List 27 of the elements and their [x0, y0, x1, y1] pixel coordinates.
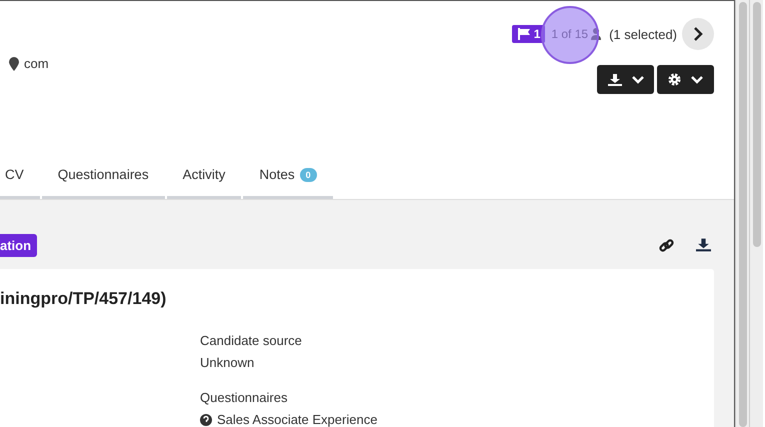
flag-badge[interactable]: 1 — [512, 25, 546, 43]
flag-icon — [516, 28, 531, 40]
count-badge: 0 — [300, 168, 317, 182]
download-icon[interactable] — [696, 238, 711, 252]
link-icon[interactable] — [659, 238, 674, 253]
scrollbar[interactable] — [749, 0, 763, 427]
location-text: com — [24, 56, 49, 71]
caret-icon — [632, 76, 644, 84]
field-label: Candidate source — [200, 333, 303, 348]
questionnaire-link[interactable]: Sales Associate Experience — [217, 412, 378, 427]
download-menu-button[interactable] — [597, 65, 654, 94]
settings-menu-button[interactable] — [657, 65, 714, 94]
field-value: Unknown — [200, 355, 254, 370]
status-tag: ation — [0, 234, 38, 257]
selection-count: (1 selected) — [609, 26, 678, 42]
chevron-right-icon — [693, 27, 703, 41]
download-icon — [608, 74, 622, 86]
caret-icon — [691, 76, 703, 84]
person-icon — [591, 28, 602, 40]
location-pin-icon — [9, 56, 19, 70]
gear-icon — [668, 73, 681, 86]
position-text: 1 of 15 — [551, 27, 588, 41]
field-label: Questionnaires — [200, 390, 288, 405]
card-title: iningpro/TP/457/149) — [0, 289, 168, 309]
flag-count: 1 — [534, 27, 540, 41]
next-button[interactable] — [682, 18, 714, 50]
scrollbar[interactable] — [735, 0, 749, 427]
